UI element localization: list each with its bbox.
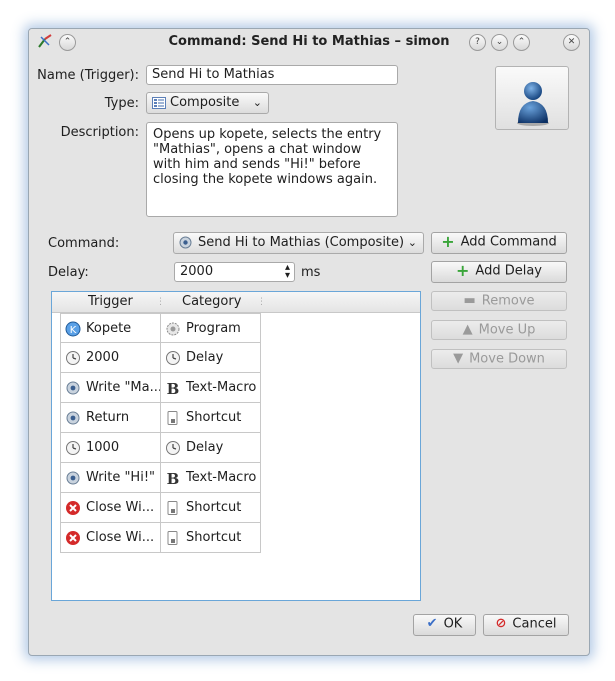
category-cell[interactable]: Shortcut xyxy=(160,403,261,433)
trigger-cell[interactable]: Write "Ma... xyxy=(60,373,161,403)
trigger-cell[interactable]: K Kopete xyxy=(60,313,161,343)
command-select[interactable]: Send Hi to Mathias (Composite) ⌄ xyxy=(173,232,424,254)
trigger-cell[interactable]: 1000 xyxy=(60,433,161,463)
category-cell[interactable]: Delay xyxy=(160,343,261,373)
trigger-cell[interactable]: Close Wi... xyxy=(60,493,161,523)
name-input[interactable]: Send Hi to Mathias xyxy=(146,65,398,85)
delay-spinbox-value: 2000 xyxy=(180,264,214,279)
category-cell[interactable]: B Text-Macro xyxy=(160,463,261,493)
chevron-down-icon: ⌄ xyxy=(252,96,262,109)
help-button[interactable]: ? xyxy=(469,34,486,51)
clock-icon xyxy=(165,350,186,365)
gear-icon xyxy=(179,236,192,249)
close-icon: ✕ xyxy=(567,37,576,47)
trigger-cell[interactable]: 2000 xyxy=(60,343,161,373)
table-header: Trigger ⋮ Category ⋮ xyxy=(52,292,420,313)
arrow-down-icon: ▼ xyxy=(453,351,464,366)
kopete-icon: K xyxy=(65,321,86,336)
shortcut-key-icon xyxy=(165,530,186,545)
category-cell[interactable]: Program xyxy=(160,313,261,343)
add-delay-button[interactable]: + Add Delay xyxy=(431,261,567,283)
gear-icon xyxy=(65,380,86,395)
delay-unit: ms xyxy=(301,265,321,280)
chevron-down-icon: ⌄ xyxy=(495,37,504,47)
maximize-button[interactable]: ⌃ xyxy=(513,34,530,51)
avatar-button[interactable] xyxy=(495,66,569,130)
move-up-button[interactable]: ▲ Move Up xyxy=(431,320,567,340)
svg-text:K: K xyxy=(70,325,77,336)
checkmark-icon: ✔ xyxy=(426,616,438,631)
svg-text:B: B xyxy=(167,470,180,486)
chevron-up-icon: ⌃ xyxy=(517,37,526,47)
svg-text:B: B xyxy=(167,380,180,396)
close-red-icon xyxy=(65,530,86,545)
name-label: Name (Trigger): xyxy=(37,68,139,83)
command-select-value: Send Hi to Mathias (Composite) xyxy=(198,235,405,250)
chevron-down-icon: ⌄ xyxy=(407,236,417,249)
minimize-button[interactable]: ⌄ xyxy=(491,34,508,51)
type-select[interactable]: Composite ⌄ xyxy=(146,92,269,114)
type-select-value: Composite xyxy=(170,95,240,110)
shortcut-key-icon xyxy=(165,410,186,425)
delay-spinbox[interactable]: 2000 ▴ ▾ xyxy=(174,262,295,282)
clock-icon xyxy=(65,350,86,365)
category-cell[interactable]: B Text-Macro xyxy=(160,373,261,403)
command-label: Command: xyxy=(48,236,120,251)
shortcut-key-icon xyxy=(165,500,186,515)
gear-icon xyxy=(65,410,86,425)
text-macro-icon: B xyxy=(165,380,186,398)
category-cell[interactable]: Shortcut xyxy=(160,493,261,523)
spin-arrows-icon[interactable]: ▴ ▾ xyxy=(285,263,290,281)
plus-icon: + xyxy=(441,232,455,251)
plus-icon: + xyxy=(456,261,470,280)
composite-icon xyxy=(152,96,166,109)
trigger-cell[interactable]: Write "Hi!" xyxy=(60,463,161,493)
close-button[interactable]: ✕ xyxy=(563,34,580,51)
remove-button[interactable]: ▬ Remove xyxy=(431,291,567,311)
user-icon xyxy=(517,82,549,126)
cancel-icon: ⊘ xyxy=(495,616,507,631)
clock-icon xyxy=(165,440,186,455)
delay-label: Delay: xyxy=(48,265,89,280)
category-cell[interactable]: Delay xyxy=(160,433,261,463)
minus-icon: ▬ xyxy=(463,293,476,308)
category-cell[interactable]: Shortcut xyxy=(160,523,261,553)
type-label: Type: xyxy=(104,96,139,111)
ok-button[interactable]: ✔ OK xyxy=(413,614,476,636)
clock-icon xyxy=(65,440,86,455)
arrow-up-icon: ▲ xyxy=(462,322,473,337)
gear-icon xyxy=(65,470,86,485)
title-bar[interactable]: ⌃ Command: Send Hi to Mathias – simon ? … xyxy=(29,29,589,55)
column-resize-handle[interactable]: ⋮ xyxy=(257,297,266,307)
help-icon: ? xyxy=(475,37,480,47)
cancel-button[interactable]: ⊘ Cancel xyxy=(483,614,569,636)
dialog-window: ⌃ Command: Send Hi to Mathias – simon ? … xyxy=(28,28,590,656)
trigger-cell[interactable]: Close Wi... xyxy=(60,523,161,553)
description-label: Description: xyxy=(60,125,139,140)
trigger-cell[interactable]: Return xyxy=(60,403,161,433)
column-resize-handle[interactable]: ⋮ xyxy=(156,297,165,307)
text-macro-icon: B xyxy=(165,470,186,488)
close-red-icon xyxy=(65,500,86,515)
add-command-button[interactable]: + Add Command xyxy=(431,232,567,254)
command-table[interactable]: Trigger ⋮ Category ⋮ K Kopete Program 200… xyxy=(51,291,421,601)
program-gear-icon xyxy=(165,321,186,336)
column-header-trigger[interactable]: Trigger xyxy=(88,294,133,309)
description-textarea[interactable]: Opens up kopete, selects the entry "Math… xyxy=(146,122,398,217)
column-header-category[interactable]: Category xyxy=(182,294,241,309)
move-down-button[interactable]: ▼ Move Down xyxy=(431,349,567,369)
